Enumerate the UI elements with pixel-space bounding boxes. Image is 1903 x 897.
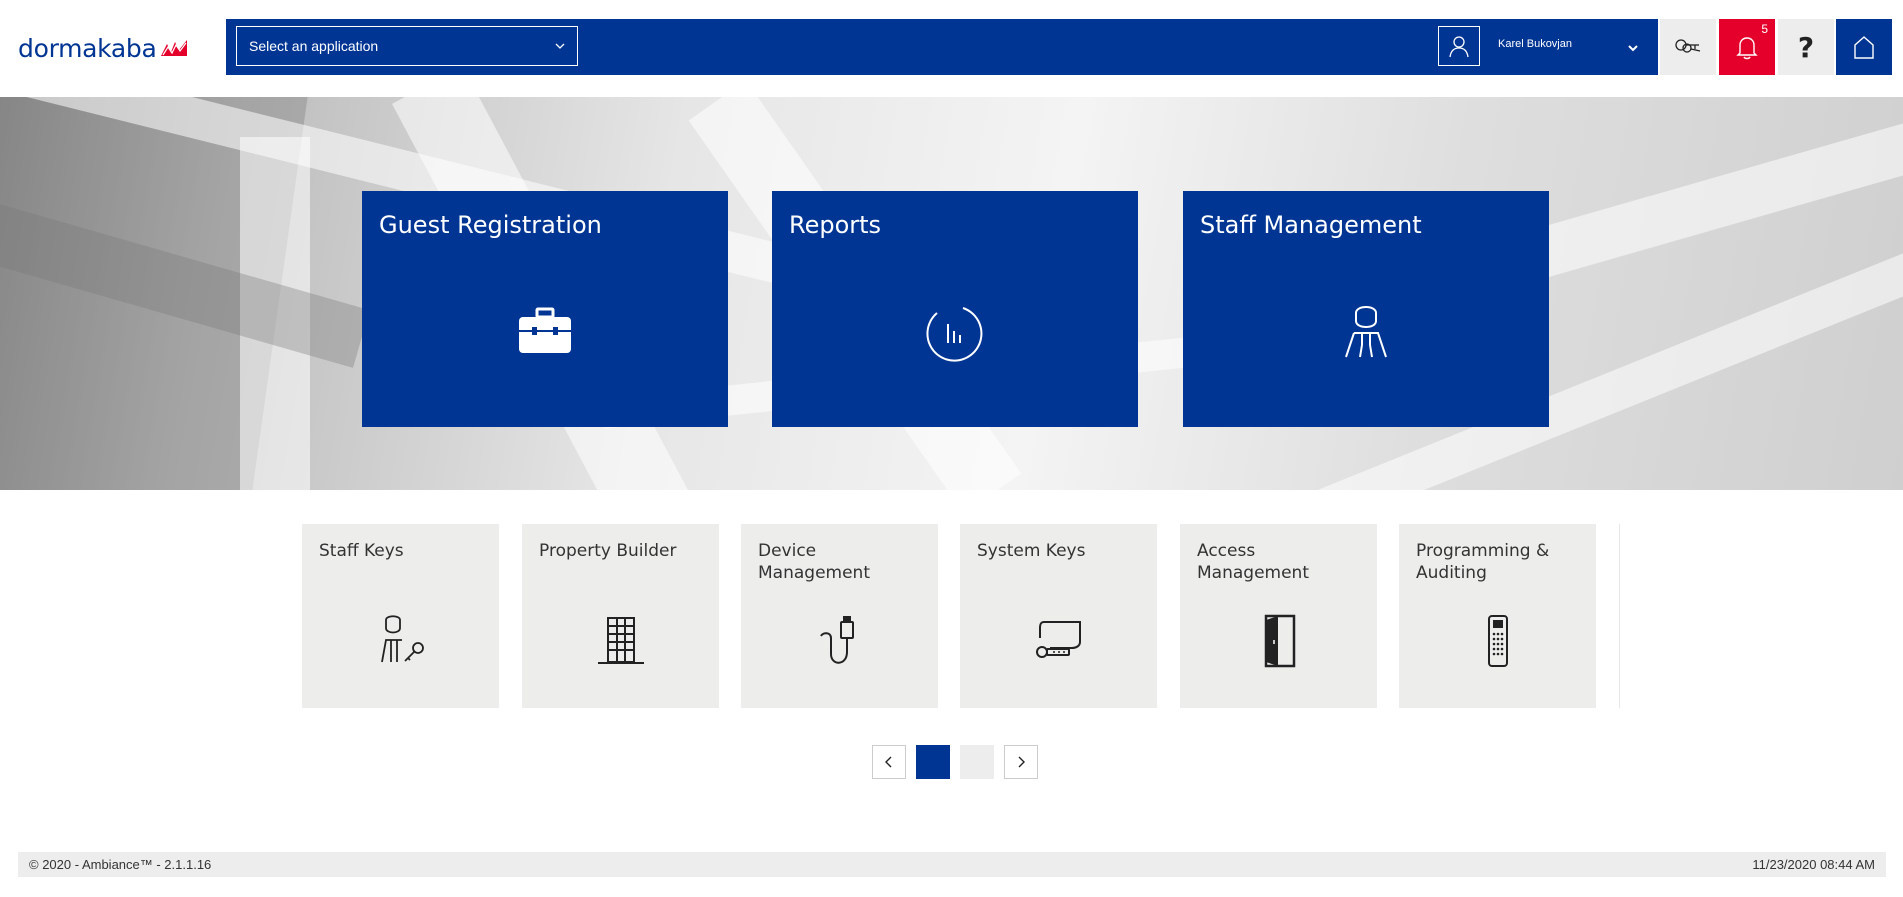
copyright-text: © 2020 - Ambiance™ - 2.1.1.16	[29, 857, 212, 872]
system-key-icon	[1035, 621, 1081, 658]
door-icon	[1264, 614, 1295, 668]
tile-title: Access Management	[1197, 541, 1309, 583]
briefcase-icon	[519, 307, 571, 353]
bell-icon	[1736, 37, 1758, 60]
keys-icon	[1675, 39, 1701, 53]
tile-property-builder[interactable]: Property Builder	[522, 524, 719, 708]
application-select-label: Select an application	[249, 38, 379, 54]
device-icon	[819, 616, 854, 664]
staff-key-icon	[380, 615, 424, 663]
footer-datetime: 11/23/2020 08:44 AM	[1752, 857, 1875, 872]
logo-mark-icon	[160, 40, 187, 56]
notifications-button[interactable]: 5	[1719, 19, 1775, 75]
tile-title: Staff Management	[1200, 211, 1422, 239]
chevron-left-icon	[885, 756, 892, 768]
logo-text: dormakaba	[18, 33, 157, 63]
user-menu-chevron-icon[interactable]	[1626, 41, 1640, 55]
tile-programming-auditing[interactable]: Programming & Auditing	[1399, 524, 1596, 708]
tile-divider	[1619, 524, 1620, 708]
tile-title: Programming & Auditing	[1416, 541, 1550, 583]
tile-system-keys[interactable]: System Keys	[960, 524, 1157, 708]
help-button[interactable]: ?	[1778, 19, 1834, 75]
chevron-right-icon	[1018, 756, 1025, 768]
tile-guest-registration[interactable]: Guest Registration	[362, 191, 728, 427]
building-icon	[597, 617, 644, 664]
tile-staff-keys[interactable]: Staff Keys	[302, 524, 499, 708]
pager-next-button[interactable]	[1004, 745, 1038, 779]
tile-title: Device Management	[758, 541, 870, 583]
pager-page-2[interactable]	[960, 745, 994, 779]
tile-title: Staff Keys	[319, 541, 404, 561]
chevron-down-icon	[555, 43, 565, 49]
tile-device-management[interactable]: Device Management	[741, 524, 938, 708]
application-bar: Select an application Karel Bukovjan	[226, 19, 1658, 75]
staff-icon	[1345, 306, 1387, 358]
help-icon: ?	[1797, 30, 1815, 64]
header: dormakaba Select an application Karel Bu…	[0, 0, 1903, 97]
programmer-icon	[1487, 615, 1508, 667]
keys-button[interactable]	[1660, 19, 1716, 75]
application-select[interactable]: Select an application	[236, 26, 578, 66]
dormakaba-logo[interactable]: dormakaba	[18, 33, 187, 63]
chart-icon	[926, 307, 983, 362]
home-icon	[1854, 36, 1874, 59]
tile-staff-management[interactable]: Staff Management	[1183, 191, 1549, 427]
user-name[interactable]: Karel Bukovjan	[1498, 38, 1572, 50]
notification-count-badge: 5	[1761, 22, 1768, 36]
tile-title: Guest Registration	[379, 211, 602, 239]
tile-access-management[interactable]: Access Management	[1180, 524, 1377, 708]
user-icon	[1449, 36, 1469, 58]
tile-title: Reports	[789, 211, 882, 239]
user-avatar[interactable]	[1438, 26, 1480, 66]
hero-banner: Guest Registration Reports Staff Managem…	[0, 97, 1903, 490]
tile-reports[interactable]: Reports	[772, 191, 1138, 427]
tile-title: System Keys	[977, 541, 1086, 561]
pager-previous-button[interactable]	[872, 745, 906, 779]
footer: © 2020 - Ambiance™ - 2.1.1.16 11/23/2020…	[18, 852, 1886, 877]
home-button[interactable]	[1836, 19, 1892, 75]
tile-title: Property Builder	[539, 541, 677, 561]
pager-page-1[interactable]	[916, 745, 950, 779]
